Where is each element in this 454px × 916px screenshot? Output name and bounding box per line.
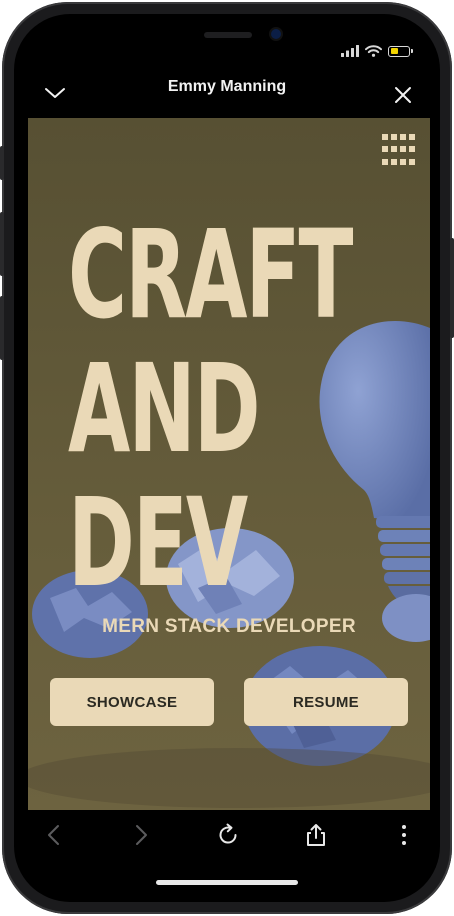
resume-button[interactable]: RESUME [244, 678, 408, 726]
hero-subtitle: MERN STACK DEVELOPER [102, 616, 356, 637]
close-icon[interactable] [394, 86, 412, 104]
battery-icon [388, 45, 413, 57]
headline-line-2: AND [68, 338, 261, 480]
status-bar [341, 44, 413, 58]
page-title: Emmy Manning [167, 78, 287, 95]
reload-icon[interactable] [215, 822, 241, 848]
front-camera [271, 29, 281, 39]
screen: Emmy Manning CRAFT AND DEV MERN STACK DE… [14, 14, 440, 902]
wifi-icon [365, 45, 382, 57]
hero-headline: CRAFT AND DEV [68, 204, 353, 614]
browser-toolbar [14, 810, 440, 870]
silent-switch [0, 146, 4, 180]
headline-line-1: CRAFT [68, 204, 353, 346]
volume-up-button [0, 212, 4, 276]
phone-frame: Emmy Manning CRAFT AND DEV MERN STACK DE… [0, 2, 454, 914]
speaker [204, 32, 252, 38]
showcase-button[interactable]: SHOWCASE [50, 678, 214, 726]
grid-menu-icon[interactable] [382, 134, 416, 168]
more-icon[interactable] [391, 822, 417, 848]
hero-section: CRAFT AND DEV MERN STACK DEVELOPER SHOWC… [28, 118, 430, 810]
headline-line-3: DEV [68, 472, 248, 614]
power-button [450, 238, 454, 338]
share-icon[interactable] [303, 822, 329, 848]
top-bar: Emmy Manning [14, 72, 440, 118]
home-indicator[interactable] [156, 880, 298, 885]
back-icon[interactable] [42, 822, 68, 848]
volume-down-button [0, 296, 4, 360]
forward-icon[interactable] [127, 822, 153, 848]
signal-icon [341, 45, 359, 57]
